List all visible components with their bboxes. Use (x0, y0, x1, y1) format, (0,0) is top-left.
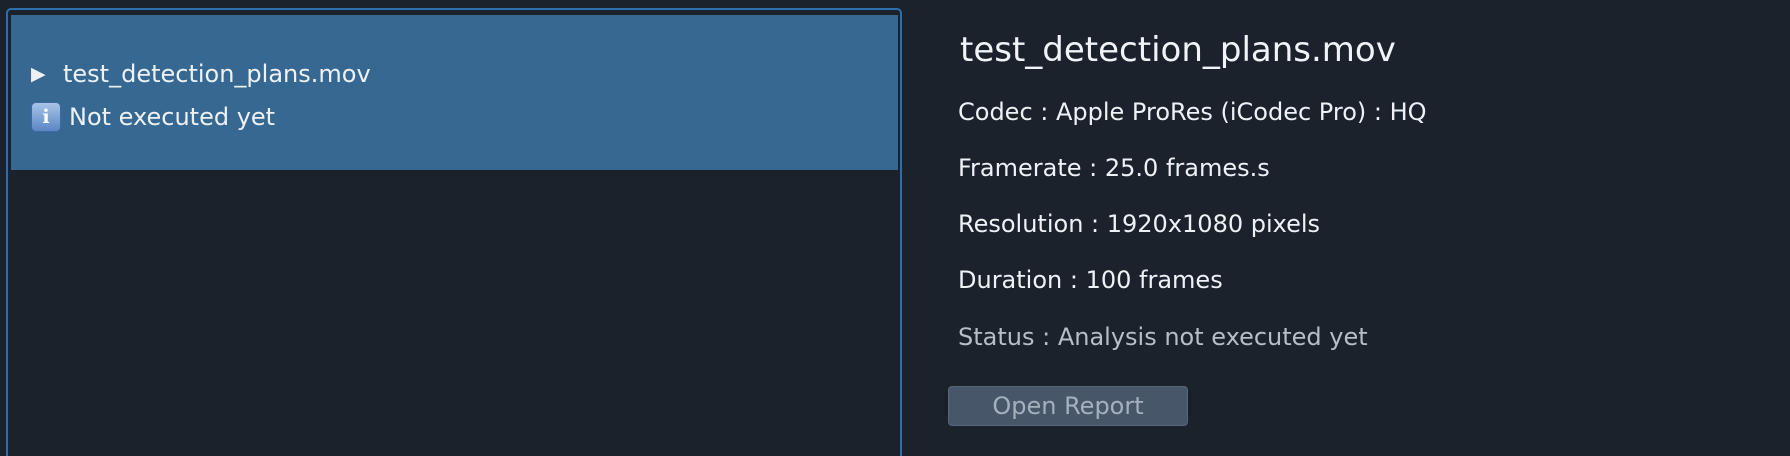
status-info: Status : Analysis not executed yet (958, 323, 1368, 351)
file-status-text: Not executed yet (69, 103, 276, 131)
file-row-header: ▶ test_detection_plans.mov (31, 56, 371, 92)
disclosure-triangle-icon[interactable]: ▶ (31, 63, 63, 85)
detail-title: test_detection_plans.mov (960, 30, 1396, 70)
file-list-panel[interactable]: ▶ test_detection_plans.mov i Not execute… (6, 8, 902, 456)
list-item[interactable]: ▶ test_detection_plans.mov i Not execute… (11, 15, 898, 170)
duration-info: Duration : 100 frames (958, 266, 1223, 294)
file-status-row: i Not executed yet (31, 99, 275, 135)
codec-info: Codec : Apple ProRes (iCodec Pro) : HQ (958, 98, 1427, 126)
info-icon: i (31, 102, 61, 132)
open-report-button[interactable]: Open Report (948, 386, 1188, 426)
file-name: test_detection_plans.mov (63, 60, 371, 88)
resolution-info: Resolution : 1920x1080 pixels (958, 210, 1321, 238)
framerate-info: Framerate : 25.0 frames.s (958, 154, 1270, 182)
app-window: ▶ test_detection_plans.mov i Not execute… (0, 0, 1790, 456)
